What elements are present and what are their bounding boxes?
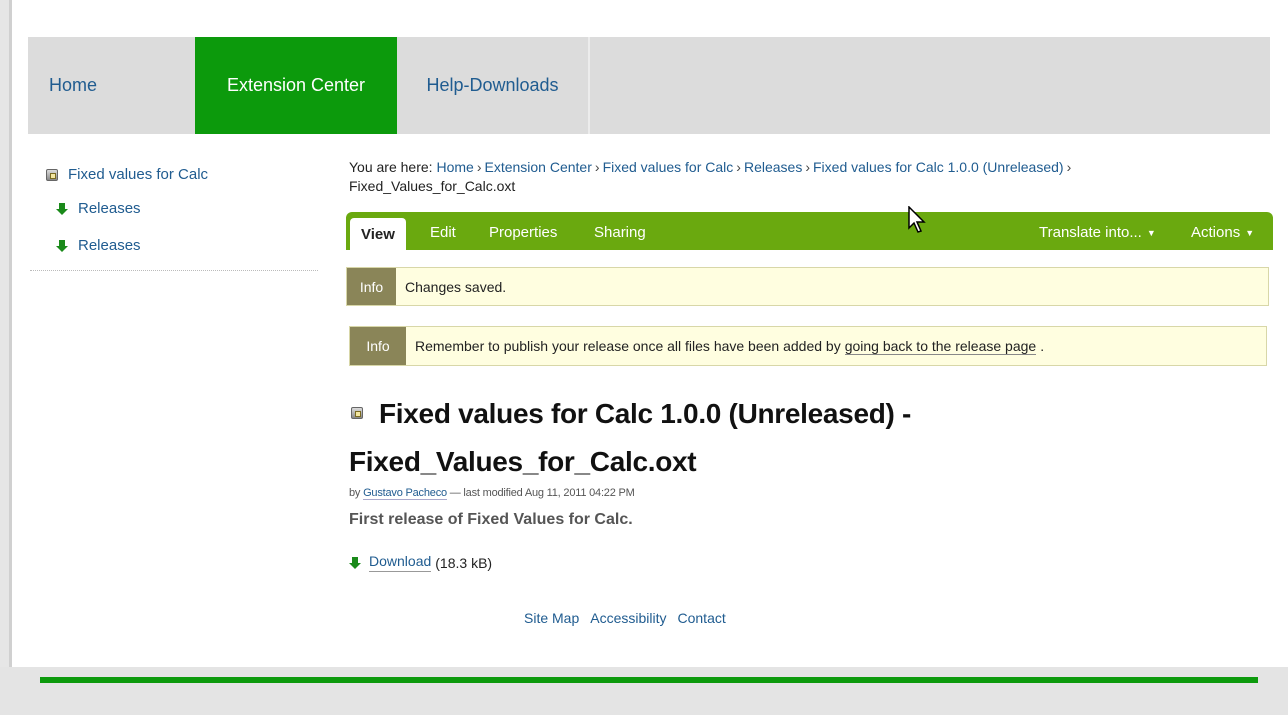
- status-message: Info Remember to publish your release on…: [349, 326, 1267, 366]
- actions-menu-label: Actions: [1191, 224, 1241, 241]
- document-description: First release of Fixed Values for Calc.: [349, 511, 633, 528]
- sidebar-divider: [30, 270, 318, 271]
- message-text: Remember to publish your release once al…: [415, 338, 841, 354]
- status-message-text: Remember to publish your release once al…: [406, 327, 1044, 365]
- breadcrumb-prefix: You are here:: [349, 159, 433, 175]
- sidebar-item-label[interactable]: Fixed values for Calc: [68, 166, 208, 183]
- info-tag: Info: [347, 268, 396, 305]
- sidebar-item-releases[interactable]: Releases: [56, 237, 141, 254]
- breadcrumb-release[interactable]: Fixed values for Calc 1.0.0 (Unreleased): [813, 159, 1064, 175]
- chevron-down-icon: ▼: [1245, 228, 1255, 238]
- translate-menu-label: Translate into...: [1039, 224, 1142, 241]
- nav-separator: [588, 37, 590, 134]
- author-link[interactable]: Gustavo Pacheco: [363, 487, 447, 500]
- title-line-2: Fixed_Values_for_Calc.oxt: [349, 446, 697, 477]
- top-navigation: Home Extension Center Help-Downloads: [28, 37, 1270, 134]
- sidebar-item-label[interactable]: Releases: [78, 200, 141, 217]
- page-footer: [0, 667, 1288, 715]
- chevron-down-icon: ▼: [1146, 228, 1156, 238]
- accessibility-link[interactable]: Accessibility: [590, 610, 666, 626]
- title-line-1: Fixed values for Calc 1.0.0 (Unreleased)…: [379, 398, 912, 429]
- sidebar-item-releases[interactable]: Releases: [56, 200, 141, 217]
- nav-tab-help-downloads[interactable]: Help-Downloads: [397, 37, 588, 134]
- tab-properties[interactable]: Properties: [489, 224, 557, 241]
- translate-menu[interactable]: Translate into... ▼: [1039, 224, 1156, 241]
- page-left-border: [0, 0, 12, 667]
- message-suffix: .: [1040, 338, 1045, 354]
- package-icon: [46, 168, 58, 181]
- breadcrumb: You are here: Home › Extension Center › Fixe…: [349, 159, 1072, 194]
- breadcrumb-extension-center[interactable]: Extension Center: [484, 159, 591, 175]
- document-byline: by Gustavo Pacheco — last modified Aug 1…: [349, 487, 635, 500]
- tab-view[interactable]: View: [350, 218, 406, 250]
- sitemap-link[interactable]: Site Map: [524, 610, 579, 626]
- tab-sharing[interactable]: Sharing: [594, 224, 646, 241]
- status-message-text: Changes saved.: [405, 278, 507, 295]
- release-page-link[interactable]: going back to the release page: [844, 338, 1037, 355]
- byline-prefix: by: [349, 487, 361, 499]
- site-actions: Site Map Accessibility Contact: [524, 610, 726, 626]
- mouse-cursor-icon: [908, 206, 926, 233]
- download-row: Download (18.3 kB): [349, 553, 492, 572]
- download-arrow-icon: [56, 202, 68, 215]
- download-arrow-icon: [349, 556, 361, 569]
- tab-edit[interactable]: Edit: [430, 224, 456, 241]
- sidebar-item-label[interactable]: Releases: [78, 237, 141, 254]
- modified-date: — last modified Aug 11, 2011 04:22 PM: [449, 487, 635, 499]
- download-link[interactable]: Download: [369, 553, 432, 572]
- download-arrow-icon: [56, 239, 68, 252]
- actions-menu[interactable]: Actions ▼: [1191, 224, 1254, 241]
- breadcrumb-current: Fixed_Values_for_Calc.oxt: [349, 178, 516, 194]
- content-action-bar: View Edit Properties Sharing Translate i…: [346, 212, 1273, 250]
- sidebar-item-fixed-values[interactable]: Fixed values for Calc: [46, 166, 208, 183]
- page-title: Fixed values for Calc 1.0.0 (Unreleased)…: [349, 390, 1229, 486]
- info-tag: Info: [350, 327, 406, 365]
- nav-tab-home[interactable]: Home: [28, 37, 195, 134]
- contact-link[interactable]: Contact: [678, 610, 726, 626]
- footer-green-rule: [40, 677, 1258, 683]
- breadcrumb-fixed-values[interactable]: Fixed values for Calc: [603, 159, 734, 175]
- file-size: (18.3 kB): [435, 554, 493, 571]
- breadcrumb-home[interactable]: Home: [436, 159, 473, 175]
- status-message: Info Changes saved.: [346, 267, 1269, 306]
- nav-tab-extension-center[interactable]: Extension Center: [195, 37, 397, 134]
- breadcrumb-releases[interactable]: Releases: [744, 159, 802, 175]
